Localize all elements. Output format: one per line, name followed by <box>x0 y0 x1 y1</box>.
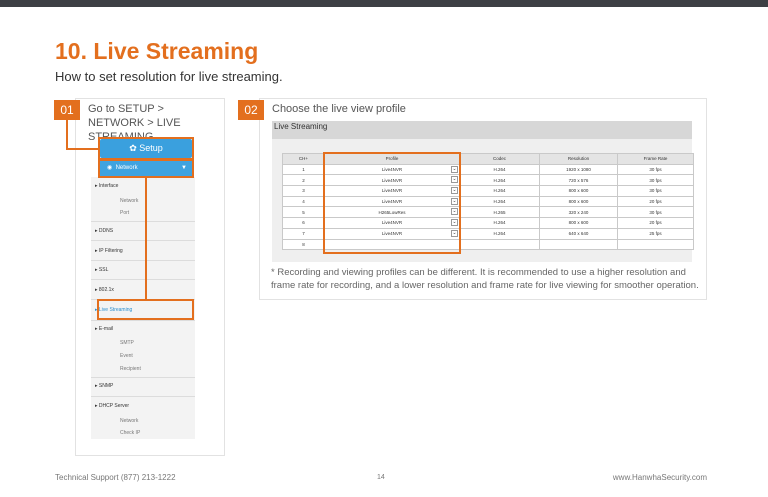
frame-rate-cell <box>617 238 694 251</box>
channel-cell: 5 <box>282 206 325 219</box>
submenu-event[interactable]: Event <box>91 353 195 359</box>
codec-cell: H.264 <box>459 195 540 208</box>
network-highlight-box <box>98 159 194 178</box>
menu-item-ddns[interactable]: ▸ DDNS <box>91 228 195 234</box>
column-header: Frame Rate <box>617 153 694 165</box>
menu-item-interface[interactable]: ▸ Interface <box>91 183 195 189</box>
connector-line <box>145 177 147 300</box>
menu-item-dhcp-server[interactable]: ▸ DHCP Server <box>91 403 195 409</box>
frame-rate-cell: 20 fps <box>617 217 694 229</box>
frame-rate-cell: 30 fps <box>617 174 694 187</box>
column-header: Codec <box>459 153 540 165</box>
column-header: Resolution <box>539 153 618 165</box>
resolution-cell: 800 x 600 <box>539 217 618 229</box>
resolution-cell: 800 x 600 <box>539 195 618 208</box>
submenu-network[interactable]: Network <box>91 198 195 204</box>
menu-divider <box>91 260 195 261</box>
resolution-cell: 720 x 576 <box>539 174 618 187</box>
live-streaming-header: Live Streaming <box>272 121 692 139</box>
menu-divider <box>91 279 195 280</box>
connector-line <box>66 148 99 150</box>
page-subtitle: How to set resolution for live streaming… <box>55 69 283 84</box>
channel-cell: 3 <box>282 185 325 197</box>
resolution-cell <box>539 238 618 251</box>
menu-divider <box>91 240 195 241</box>
frame-rate-cell: 30 fps <box>617 206 694 219</box>
menu-item-ip-filtering[interactable]: ▸ IP Filtering <box>91 248 195 254</box>
codec-cell: H.264 <box>459 185 540 197</box>
menu-item-snmp[interactable]: ▸ SNMP <box>91 383 195 389</box>
menu-item-802-1x[interactable]: ▸ 802.1x <box>91 287 195 293</box>
live-streaming-highlight-box <box>97 299 194 320</box>
frame-rate-cell: 25 fps <box>617 227 694 240</box>
frame-rate-cell: 30 fps <box>617 185 694 197</box>
submenu-recipient[interactable]: Recipient <box>91 366 195 372</box>
menu-divider <box>91 221 195 222</box>
column-header: CH+ <box>282 153 325 165</box>
menu-divider <box>91 377 195 378</box>
frame-rate-cell: 30 fps <box>617 163 694 176</box>
profile-column-highlight-box <box>323 152 461 254</box>
codec-cell: H.264 <box>459 163 540 176</box>
step-badge-02: 02 <box>238 100 264 120</box>
channel-cell: 7 <box>282 227 325 240</box>
menu-divider <box>91 320 195 321</box>
submenu-check-ip[interactable]: Check IP <box>91 430 195 436</box>
codec-cell: H.265 <box>459 206 540 219</box>
channel-cell: 4 <box>282 195 325 208</box>
resolution-cell: 1920 x 1080 <box>539 163 618 176</box>
channel-cell: 2 <box>282 174 325 187</box>
top-bar <box>0 0 768 7</box>
channel-cell: 6 <box>282 217 325 229</box>
support-phone: Technical Support (877) 213-1222 <box>55 473 176 482</box>
channel-cell: 8 <box>282 238 325 251</box>
codec-cell: H.264 <box>459 217 540 229</box>
submenu-smtp[interactable]: SMTP <box>91 340 195 346</box>
step-badge-01: 01 <box>54 100 80 120</box>
page-title: 10. Live Streaming <box>55 38 259 64</box>
resolution-cell: 320 x 240 <box>539 206 618 219</box>
website-link[interactable]: www.HanwhaSecurity.com <box>613 473 707 482</box>
connector-line <box>66 119 68 150</box>
resolution-cell: 640 x 640 <box>539 227 618 240</box>
submenu-network[interactable]: Network <box>91 418 195 424</box>
codec-cell <box>459 238 540 251</box>
frame-rate-cell: 20 fps <box>617 195 694 208</box>
menu-item-ssl[interactable]: ▸ SSL <box>91 267 195 273</box>
setup-highlight-box <box>98 137 194 160</box>
recording-note: * Recording and viewing profiles can be … <box>271 267 699 291</box>
codec-cell: H.264 <box>459 174 540 187</box>
channel-cell: 1 <box>282 163 325 176</box>
menu-item-email[interactable]: ▸ E-mail <box>91 326 195 332</box>
step2-instruction: Choose the live view profile <box>272 103 406 115</box>
page-number: 14 <box>377 474 385 481</box>
codec-cell: H.264 <box>459 227 540 240</box>
resolution-cell: 800 x 600 <box>539 185 618 197</box>
submenu-port[interactable]: Port <box>91 210 195 216</box>
menu-divider <box>91 396 195 397</box>
